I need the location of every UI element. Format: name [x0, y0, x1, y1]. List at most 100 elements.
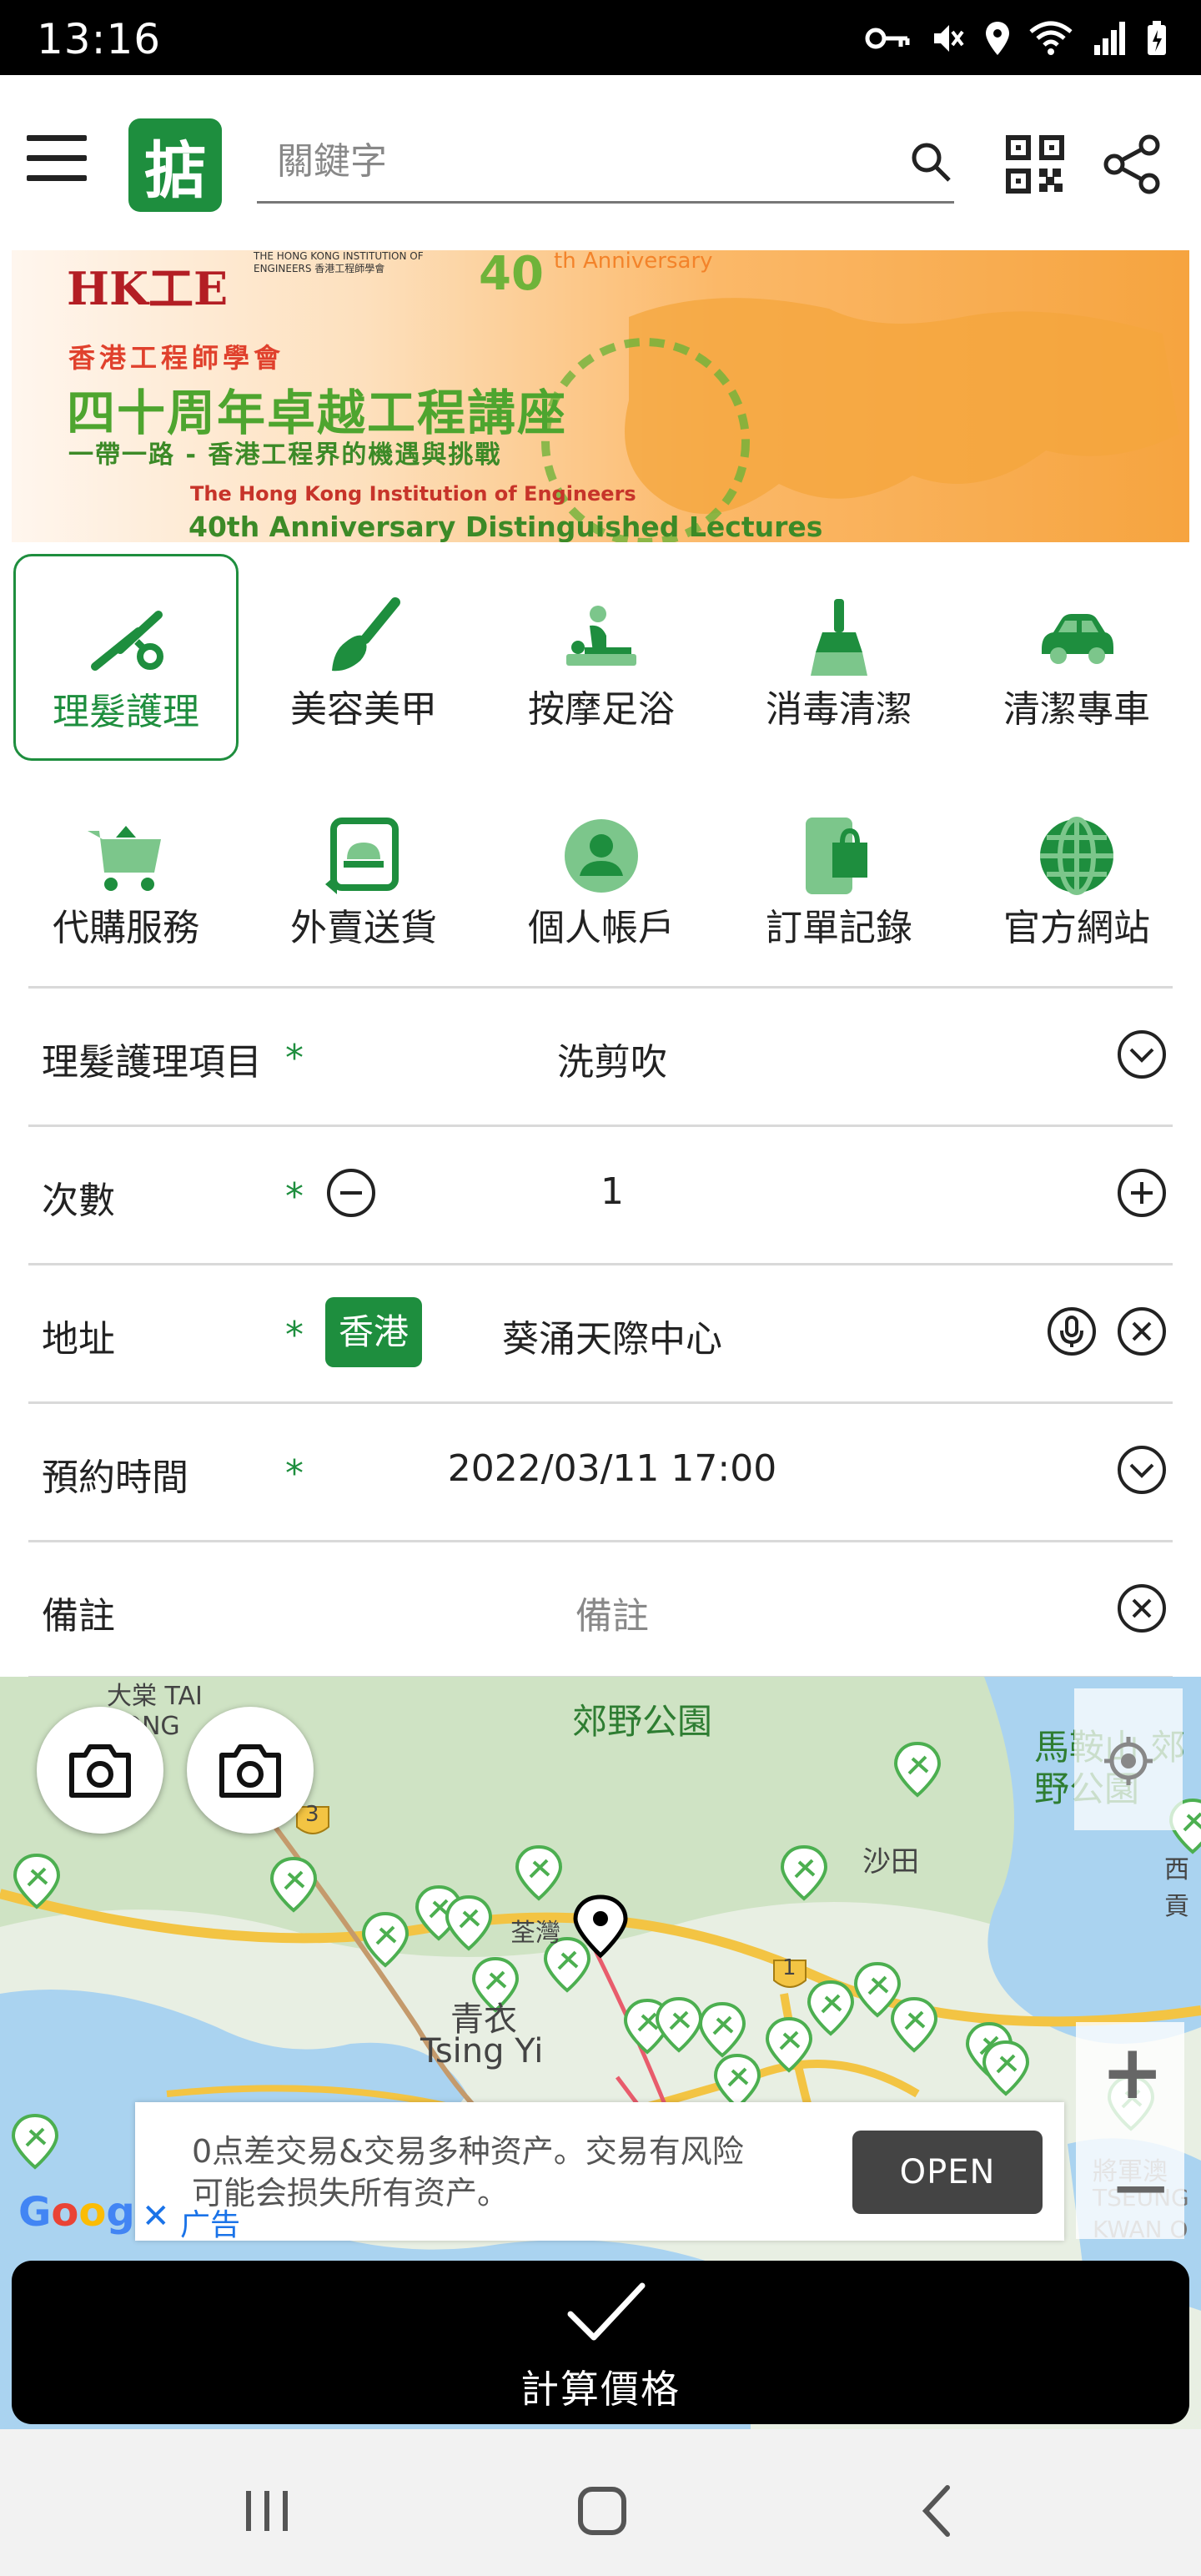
map-label-sha-tin: 沙田 [862, 1845, 919, 1879]
time-label: 預約時間 [42, 1457, 188, 1499]
count-value[interactable]: 1 [295, 1170, 929, 1213]
category-beauty-nails[interactable]: 美容美甲 [251, 554, 476, 761]
address-label: 地址 [42, 1318, 115, 1361]
massage-icon [566, 606, 636, 666]
category-order-records[interactable]: 訂單記錄 [726, 772, 952, 979]
promo-banner[interactable]: HK工E THE HONG KONG INSTITUTION OF ENGINE… [12, 250, 1189, 542]
time-value[interactable]: 2022/03/11 17:00 [295, 1447, 929, 1490]
back-icon[interactable] [904, 2478, 971, 2544]
chevron-down-icon[interactable] [1116, 1444, 1168, 1496]
globe-icon [1040, 817, 1113, 895]
category-label: 代購服務 [53, 907, 199, 949]
search-input[interactable] [257, 123, 891, 199]
note-row[interactable]: 備註 備註 [28, 1540, 1173, 1678]
zoom-controls: + − [1076, 2022, 1184, 2239]
camera-button[interactable] [187, 1707, 314, 1834]
category-massage[interactable]: 按摩足浴 [489, 554, 714, 761]
menu-icon[interactable] [27, 135, 87, 182]
banner-anniversary-text: th Anniversary [554, 250, 713, 274]
increment-icon[interactable] [1116, 1167, 1168, 1219]
count-row: 次數 * 1 [28, 1124, 1173, 1263]
ad-text: 0点差交易&交易多种资产。交易有风险 可能会损失所有资产。 [192, 2133, 744, 2211]
map-label-sai-kung: 西貢 [1164, 1855, 1189, 1921]
route-1-label: 1 [782, 1955, 796, 1980]
category-purchasing[interactable]: 代購服務 [13, 772, 239, 979]
scissors-icon [91, 611, 163, 671]
category-label: 官方網站 [1003, 907, 1150, 949]
system-nav-bar [0, 2429, 1201, 2576]
delivery-icon [325, 818, 399, 894]
app-bar: 掂 [0, 75, 1201, 250]
chevron-down-icon[interactable] [1116, 1029, 1168, 1080]
car-icon [1042, 614, 1113, 664]
category-label: 清潔專車 [1003, 688, 1150, 731]
category-label: 理髮護理 [53, 691, 199, 733]
address-row: 地址 * 香港 葵涌天際中心 [28, 1263, 1173, 1401]
note-input[interactable]: 備註 [295, 1586, 929, 1639]
banner-line5: 40th Anniversary Distinguished Lectures [188, 511, 823, 542]
map-label-country-park: 郊野公園 [572, 1701, 713, 1742]
app-logo[interactable]: 掂 [128, 118, 222, 212]
ad-banner[interactable]: 0点差交易&交易多种资产。交易有风险 可能会损失所有资产。 OPEN [135, 2102, 1064, 2241]
search-icon[interactable] [907, 138, 954, 185]
category-label: 訂單記錄 [766, 907, 912, 949]
ad-label: 广告 [180, 2208, 241, 2242]
category-personal-account[interactable]: 個人帳戶 [489, 772, 714, 979]
my-location-icon [1104, 1737, 1153, 1785]
map-label-tsuen-wan: 荃灣 [510, 1919, 560, 1948]
camera-button[interactable] [37, 1707, 163, 1834]
person-icon [565, 819, 638, 893]
address-value[interactable]: 葵涌天際中心 [295, 1309, 929, 1362]
calculate-price-button[interactable]: 計算價格 [12, 2261, 1189, 2424]
ad-close-icon[interactable]: ✕ [142, 2197, 170, 2236]
home-icon[interactable] [569, 2478, 636, 2544]
service-row[interactable]: 理髮護理項目 * 洗剪吹 [28, 986, 1173, 1124]
calculate-price-label: 計算價格 [520, 2367, 681, 2412]
banner-subtitle: 一帶一路 - 香港工程界的機遇與挑戰 [68, 440, 502, 470]
banner-line4: The Hong Kong Institution of Engineers [190, 482, 636, 506]
ad-open-button[interactable]: OPEN [852, 2131, 1043, 2214]
map-label-tsing-yi-en: Tsing Yi [420, 2032, 544, 2070]
brush-icon [332, 597, 400, 672]
vpn-key-icon [865, 28, 910, 49]
category-hair-care[interactable]: 理髮護理 [13, 554, 239, 761]
banner-line1: 香港工程師學會 [68, 342, 285, 374]
category-label: 個人帳戶 [528, 907, 675, 949]
share-icon[interactable] [1101, 133, 1163, 195]
cart-icon [88, 826, 161, 891]
banner-anniversary-number: 40 [479, 250, 544, 301]
category-car-cleaning[interactable]: 清潔專車 [964, 554, 1189, 761]
banner-org-name: THE HONG KONG INSTITUTION OF ENGINEERS 香… [254, 250, 424, 274]
status-bar: 13:16 [0, 0, 1201, 75]
battery-icon [1148, 21, 1166, 55]
recent-apps-icon[interactable] [234, 2478, 300, 2544]
note-label: 備註 [42, 1595, 115, 1638]
zoom-out-button[interactable]: − [1109, 2151, 1172, 2226]
order-bag-icon [806, 818, 867, 894]
category-label: 消毒清潔 [766, 688, 912, 731]
category-official-website[interactable]: 官方網站 [964, 772, 1189, 979]
clear-icon[interactable] [1116, 1306, 1168, 1357]
search-bar[interactable] [257, 123, 954, 204]
category-label: 美容美甲 [290, 688, 437, 731]
category-takeaway-delivery[interactable]: 外賣送貨 [251, 772, 476, 979]
category-disinfection[interactable]: 消毒清潔 [726, 554, 952, 761]
broom-icon [811, 599, 867, 676]
qr-code-icon[interactable] [1006, 135, 1064, 194]
camera-icon [69, 1744, 131, 1798]
service-value[interactable]: 洗剪吹 [295, 1032, 929, 1085]
count-label: 次數 [42, 1180, 115, 1222]
wifi-icon [1029, 21, 1073, 55]
time-row[interactable]: 預約時間 * 2022/03/11 17:00 [28, 1401, 1173, 1540]
route-3-label: 3 [305, 1802, 319, 1827]
my-location-button[interactable] [1074, 1688, 1183, 1830]
category-label: 按摩足浴 [528, 688, 675, 731]
google-logo: Goog [18, 2189, 135, 2236]
zoom-in-button[interactable]: + [1101, 2035, 1163, 2111]
status-time: 13:16 [37, 15, 162, 63]
mute-icon [934, 25, 964, 52]
clear-icon[interactable] [1116, 1582, 1168, 1634]
microphone-icon[interactable] [1046, 1306, 1098, 1357]
checkmark-icon [567, 2282, 646, 2341]
signal-icon [1094, 22, 1125, 55]
